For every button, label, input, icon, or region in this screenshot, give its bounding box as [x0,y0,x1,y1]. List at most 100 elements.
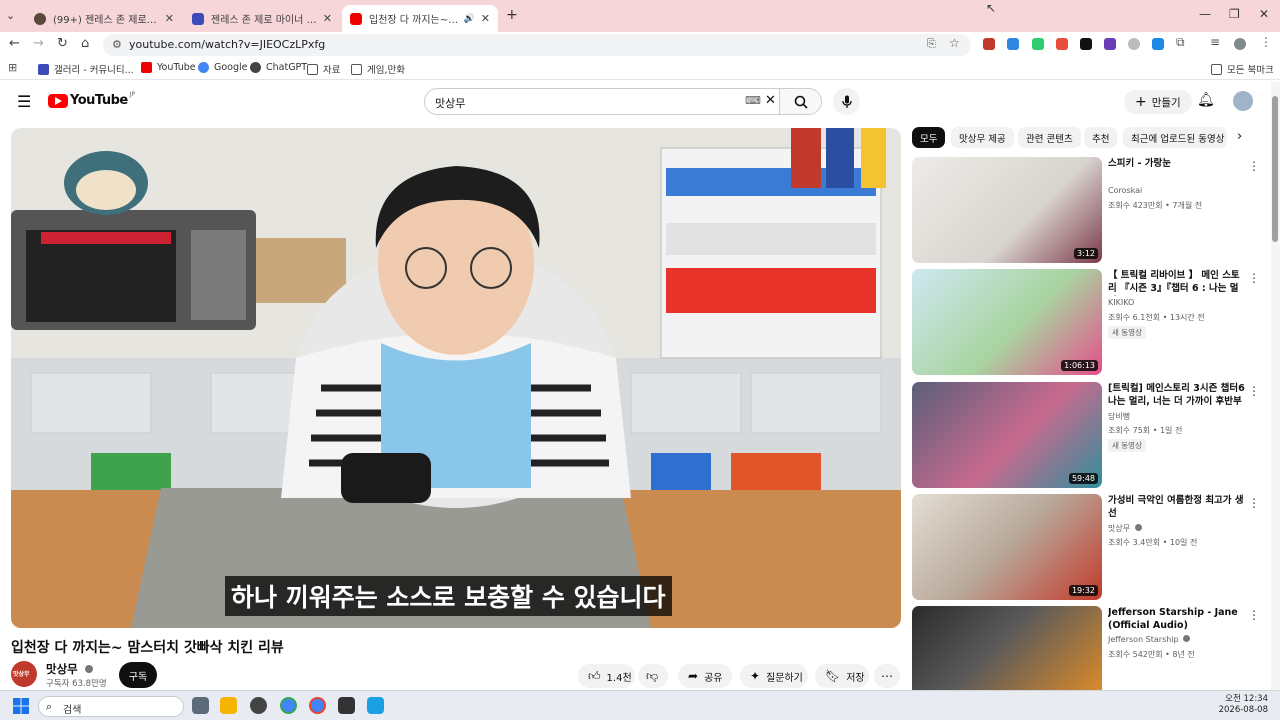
recommendation-item[interactable]: 59:48 [트릭컬] 메인스토리 3시즌 챕터6 나는 멀리, 너는 더 가까… [912,382,1260,488]
minimize-button[interactable]: — [1199,7,1211,21]
video-thumbnail[interactable]: 19:32 [912,494,1102,600]
browser-menu-icon[interactable]: ⋮ [1260,35,1272,49]
new-tab-button[interactable]: + [506,7,518,23]
recommendation-channel[interactable]: 맛상무 [1108,523,1142,534]
app-icon[interactable] [250,697,267,714]
more-options-icon[interactable]: ⋮ [1248,496,1260,510]
more-options-icon[interactable]: ⋮ [1248,271,1260,285]
video-thumbnail[interactable]: 59:48 [912,382,1102,488]
voice-search-button[interactable] [833,88,860,115]
account-avatar[interactable] [1233,91,1253,111]
window-close-button[interactable]: ✕ [1259,7,1269,21]
recommendation-item[interactable]: 1:06:13 【 트릭컬 리바이브 】 메인 스토리 『시즌 3』『챕터 6 … [912,269,1260,375]
reload-button[interactable]: ↻ [57,36,68,51]
chip-all[interactable]: 모두 [912,127,946,148]
recommendation-item[interactable]: 19:32 가성비 극악인 여름한정 최고가 생선 맛상무 조회수 3.4만회 … [912,494,1260,600]
save-button[interactable]: 🔖︎ 저장 [815,664,869,688]
close-icon[interactable]: ✕ [323,12,332,25]
youtube-logo[interactable]: YouTube JP [48,91,135,108]
recommendation-item[interactable]: Jefferson Starship - Jane (Official Audi… [912,606,1260,690]
chrome-icon[interactable] [309,697,326,714]
chip-related[interactable]: 관련 콘텐츠 [1018,127,1081,148]
profile-avatar-icon[interactable] [1234,38,1246,50]
channel-name-link[interactable]: 맛상무 [46,661,93,677]
chrome-icon[interactable] [280,697,297,714]
bookmark-folder-games[interactable]: 게임,만화 [351,62,405,76]
app-icon[interactable] [338,697,355,714]
bookmark-youtube[interactable]: YouTube [141,62,196,73]
bookmark-google[interactable]: Google [198,62,248,73]
file-explorer-icon[interactable] [220,697,237,714]
recommendation-title[interactable]: 【 트릭컬 리바이브 】 메인 스토리 『시즌 3』『챕터 6 : 나는 멀리,… [1108,269,1246,296]
search-input[interactable]: 맛상무 ⌨ ✕ [424,88,822,115]
taskbar-search-input[interactable]: ⌕ 검색 [38,696,184,717]
recommendation-title[interactable]: 스피키 - 가랑눈 [1108,157,1246,170]
task-view-icon[interactable] [192,697,209,714]
video-thumbnail[interactable]: 3:12 [912,157,1102,263]
recommendation-title[interactable]: [트릭컬] 메인스토리 3시즌 챕터6 나는 멀리, 너는 더 가까이 후반부 … [1108,382,1246,409]
recommendation-channel[interactable]: Coroskai [1108,186,1142,195]
search-button[interactable] [779,89,821,114]
extension-icon[interactable] [983,38,995,50]
extensions-puzzle-icon[interactable]: ⧉ [1176,35,1185,50]
page-scrollbar[interactable] [1271,82,1280,690]
extension-icon[interactable] [1080,38,1092,50]
system-clock[interactable]: 오전 12:34 2026-08-08 [1219,694,1268,716]
reading-list-icon[interactable]: ≡ [1210,35,1220,49]
subscribe-button[interactable]: 구독 [119,662,157,688]
clear-search-icon[interactable]: ✕ [765,93,776,108]
audio-playing-icon[interactable]: 🔊 [464,14,475,24]
more-actions-button[interactable]: ⋯ [874,664,900,688]
dislike-button[interactable]: 👎︎ [638,664,668,688]
recommendation-channel[interactable]: KIKIKO [1108,298,1134,307]
hamburger-menu-icon[interactable]: ☰ [17,92,31,111]
channel-avatar[interactable]: 맛상무 [11,661,37,687]
chevron-right-icon[interactable]: › [1237,129,1242,144]
extension-icon[interactable] [1104,38,1116,50]
tab-zzz-channel[interactable]: (99+) 젠레스 존 제로 채널 ✕ [26,5,182,32]
apps-grid-icon[interactable]: ⊞ [8,61,17,74]
bookmark-folder-materials[interactable]: 자료 [307,62,340,76]
create-button[interactable]: + 만들기 [1124,90,1192,114]
more-options-icon[interactable]: ⋮ [1248,608,1260,622]
download-icon[interactable] [1152,38,1164,50]
restore-button[interactable]: ❐ [1229,7,1240,21]
more-options-icon[interactable]: ⋮ [1248,384,1260,398]
close-icon[interactable]: ✕ [481,12,490,25]
video-player[interactable]: 하나 끼워주는 소스로 보충할 수 있습니다 [11,128,901,628]
forward-button[interactable]: → [33,36,44,51]
scrollbar-thumb[interactable] [1272,96,1278,242]
like-button[interactable]: 👍︎ 1.4천 [578,664,635,688]
address-bar[interactable]: ⚙ youtube.com/watch?v=JIEOCzLPxfg ⎘ ☆ [103,34,971,56]
tab-current-video[interactable]: 입천장 다 까지는~ 맘스터치 🔊 ✕ [342,5,498,32]
recommendation-title[interactable]: 가성비 극악인 여름한정 최고가 생선 [1108,494,1246,520]
site-info-icon[interactable]: ⚙ [112,38,122,51]
recommendation-title[interactable]: Jefferson Starship - Jane (Official Audi… [1108,606,1246,632]
close-icon[interactable]: ✕ [165,12,174,25]
windows-start-icon[interactable] [13,698,29,714]
video-thumbnail[interactable] [912,606,1102,690]
more-options-icon[interactable]: ⋮ [1248,159,1260,173]
chip-recommended[interactable]: 추천 [1084,127,1118,148]
share-button[interactable]: ➦ 공유 [678,664,732,688]
install-app-icon[interactable]: ⎘ [927,37,936,51]
bookmark-star-icon[interactable]: ☆ [949,36,960,50]
bookmark-all[interactable]: 모든 북마크 [1211,62,1274,76]
home-button[interactable]: ⌂ [81,36,89,51]
keyboard-icon[interactable]: ⌨ [745,94,761,107]
tab-search-icon[interactable]: ⌄ [6,9,15,22]
bookmark-chatgpt[interactable]: ChatGPT [250,62,307,73]
recommendation-channel[interactable]: 당비뻥 [1108,411,1130,422]
recommendation-channel[interactable]: Jefferson Starship [1108,635,1191,644]
chip-recently-uploaded[interactable]: 최근에 업로드된 동영상 [1123,127,1227,148]
tab-zzz-gallery[interactable]: 젠레스 존 제로 마이너 갤러리 ✕ [184,5,340,32]
extension-icon[interactable] [1007,38,1019,50]
ask-button[interactable]: ✦ 질문하기 [740,664,808,688]
extension-icon[interactable] [1032,38,1044,50]
extension-icon[interactable] [1056,38,1068,50]
app-icon[interactable] [367,697,384,714]
recommendation-item[interactable]: 3:12 스피키 - 가랑눈 Coroskai 조회수 423만회 • 7개월 … [912,157,1260,263]
chip-from-channel[interactable]: 맛상무 제공 [951,127,1014,148]
notifications-bell-icon[interactable]: 🔔︎ [1197,92,1215,108]
video-thumbnail[interactable]: 1:06:13 [912,269,1102,375]
